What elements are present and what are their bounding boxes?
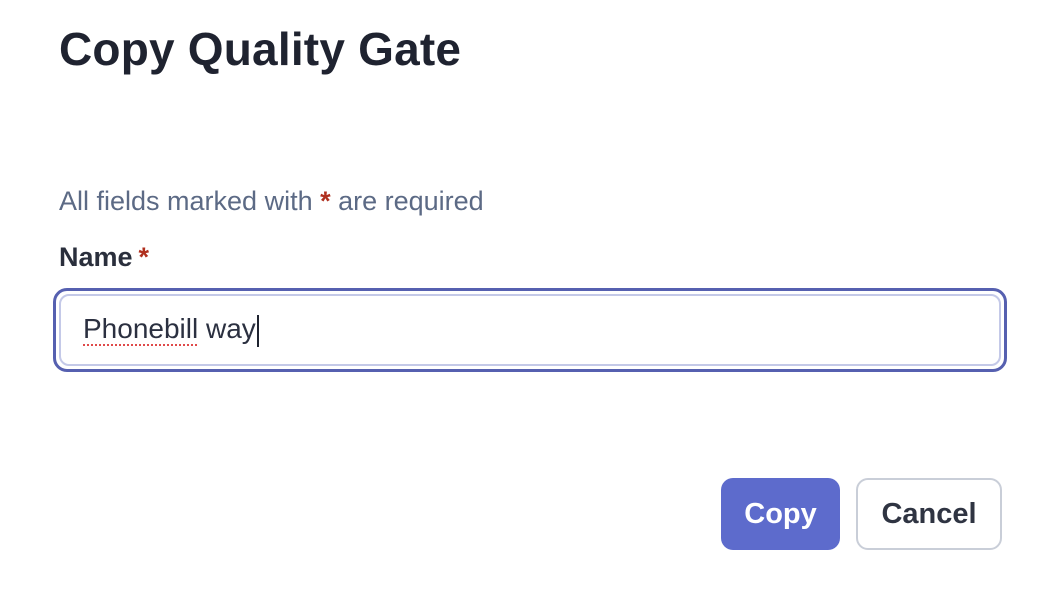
name-field-label: Name * [59,242,149,273]
name-required-asterisk: * [138,242,150,272]
required-fields-note: All fields marked with * are required [59,186,484,217]
name-input-focus-ring[interactable]: Phonebill way [53,288,1007,372]
required-note-suffix: are required [330,186,484,216]
copy-button[interactable]: Copy [721,478,840,550]
copy-quality-gate-dialog: Copy Quality Gate All fields marked with… [0,0,1062,600]
name-label-text: Name [59,242,133,272]
required-note-prefix: All fields marked with [59,186,321,216]
name-input-value-rest: way [198,313,256,345]
cancel-button[interactable]: Cancel [856,478,1002,550]
name-input-value[interactable]: Phonebill way [83,313,259,347]
dialog-title: Copy Quality Gate [59,23,462,75]
misspelled-word: Phonebill [83,313,199,345]
text-caret [256,314,259,347]
required-asterisk: * [320,186,331,216]
name-input[interactable]: Phonebill way [59,294,1001,366]
